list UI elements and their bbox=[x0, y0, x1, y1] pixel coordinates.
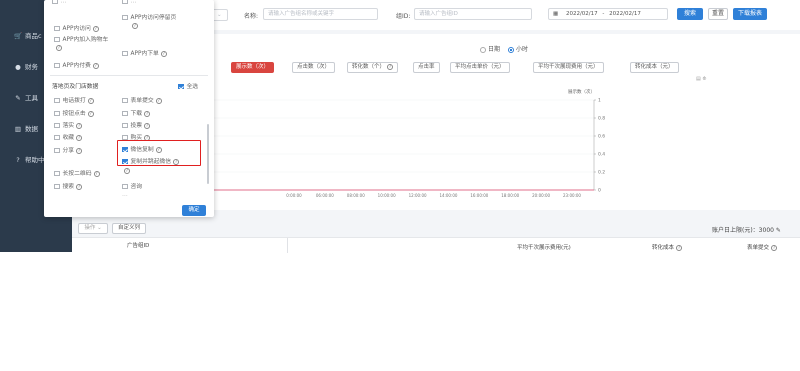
x-tick-label: 20:00:00 bbox=[532, 193, 550, 198]
checkbox-consult[interactable]: 咨询 bbox=[122, 181, 142, 190]
sidebar-item-label: 帮助中 bbox=[25, 156, 45, 164]
finance-icon: ● bbox=[15, 63, 21, 71]
column-divider bbox=[287, 238, 288, 253]
sidebar-item-label: 数据 bbox=[25, 125, 38, 133]
highlight-box bbox=[117, 140, 201, 166]
name-search-input[interactable]: 请输入广告组名称或关键字 bbox=[263, 8, 378, 20]
checkbox-app-visit[interactable]: APP内访问? bbox=[54, 23, 99, 32]
checkbox-app-order[interactable]: APP内下单? bbox=[122, 48, 167, 57]
checkbox-app-pay[interactable]: APP内付费? bbox=[54, 60, 99, 69]
y-tick-label: 0.2 bbox=[598, 170, 605, 176]
x-tick-label: 06:00:00 bbox=[316, 193, 334, 198]
conversion-column-popup: … … APP内访问停留页 APP内访问? ? APP内加入购物车? APP内下… bbox=[44, 0, 214, 217]
x-tick-label: 18:00:00 bbox=[501, 193, 519, 198]
x-tick-label: 23:00:00 bbox=[563, 193, 581, 198]
x-tick-label: 16:00:00 bbox=[470, 193, 488, 198]
checkbox-form-submit[interactable]: 表单提交? bbox=[122, 95, 162, 104]
sidebar-item-data[interactable]: ▥ 数据 bbox=[14, 123, 38, 133]
y-tick-label: 0.8 bbox=[598, 116, 605, 122]
reset-button[interactable]: 重置 bbox=[708, 8, 728, 20]
checkbox-app-visit-stay[interactable]: APP内访问停留页 bbox=[122, 12, 176, 21]
line-chart: 展示数（次）1 0.8 0.6 0.4 0.2 0 0:00:00 06:00:00 08:00… bbox=[202, 88, 605, 198]
date-end: 2022/02/17 bbox=[609, 11, 641, 17]
sidebar-item-label: 财务 bbox=[25, 63, 38, 71]
metric-conversions[interactable]: 转化数（个）? bbox=[347, 62, 399, 73]
edit-icon[interactable]: ✎ bbox=[776, 227, 781, 234]
col-form-submit: 表单提交? bbox=[747, 244, 778, 251]
sidebar-item-label: 工具 bbox=[25, 94, 38, 102]
x-tick-label: 0:00:00 bbox=[286, 193, 302, 198]
popup-partial-row: … bbox=[122, 192, 128, 196]
metric-avg-cpc[interactable]: 平均点击单价（元） bbox=[450, 62, 510, 73]
checkbox-long-press-qr[interactable]: 长按二维码? bbox=[54, 168, 100, 177]
tools-icon: ✎ bbox=[15, 94, 21, 102]
popup-partial-row: … bbox=[122, 0, 136, 4]
checkbox-land[interactable]: 落实? bbox=[54, 120, 83, 129]
col-avg-cpm: 平均千次展示费用(元) bbox=[517, 245, 571, 251]
col-cpa: 转化成本? bbox=[652, 244, 683, 251]
checkbox-phone-call[interactable]: 电话拨打? bbox=[54, 95, 94, 104]
help-icon: ? bbox=[16, 156, 20, 164]
sidebar-item-finance[interactable]: ● 财务 bbox=[14, 61, 38, 71]
metric-ctr[interactable]: 点击率 bbox=[413, 62, 440, 73]
daily-budget-text: 账户日上限(元)：3000 ✎ bbox=[712, 227, 781, 234]
x-tick-label: 10:00:00 bbox=[378, 193, 396, 198]
y-tick-label: 0 bbox=[598, 188, 601, 194]
metric-impressions[interactable]: 展示数（次） bbox=[231, 62, 275, 73]
radio-hour[interactable]: 小时 bbox=[507, 46, 528, 53]
sidebar-item-tools[interactable]: ✎ 工具 bbox=[14, 92, 38, 102]
name-label: 名称: bbox=[244, 13, 259, 20]
ops-dropdown[interactable]: 操作 ⌄ bbox=[78, 223, 108, 234]
help-icon: ? bbox=[132, 23, 138, 29]
custom-columns-button[interactable]: 自定义列 bbox=[112, 223, 146, 234]
checkbox-favorite[interactable]: 收藏? bbox=[54, 132, 83, 141]
metric-clicks[interactable]: 点击数（次） bbox=[292, 62, 336, 73]
metric-cost-per-conversion[interactable]: 转化成本（元） bbox=[630, 62, 679, 73]
checkbox-download[interactable]: 下载? bbox=[122, 108, 151, 117]
data-icon: ▥ bbox=[14, 125, 22, 133]
x-tick-label: 08:00:00 bbox=[347, 193, 365, 198]
table-header-row: 广告组ID 平均千次展示费用(元) 转化成本? 表单提交? bbox=[72, 237, 800, 253]
group-id-input[interactable]: 请输入广告组ID bbox=[414, 8, 532, 20]
metric-avg-cpm[interactable]: 平均千次展现费用（元） bbox=[533, 62, 604, 73]
checkbox-share[interactable]: 分享? bbox=[54, 145, 83, 154]
checkbox-app-add-cart[interactable]: APP内加入购物车? bbox=[54, 36, 114, 52]
y-tick-label: 1 bbox=[598, 98, 601, 104]
radio-day[interactable]: 日期 bbox=[480, 46, 500, 53]
granularity-toggle: 日期 小时 bbox=[480, 44, 528, 53]
popup-scrollbar[interactable] bbox=[207, 124, 209, 184]
checkbox-vote[interactable]: 投票? bbox=[122, 120, 151, 129]
popup-partial-row: … bbox=[52, 0, 66, 4]
campaign-select[interactable]: ⌄ bbox=[212, 9, 228, 21]
date-start: 2022/02/17 bbox=[565, 11, 598, 17]
y-tick-label: 0.6 bbox=[598, 134, 605, 140]
sidebar-item-help[interactable]: ? 帮助中 bbox=[14, 154, 45, 164]
x-tick-label: 14:00:00 bbox=[439, 193, 457, 198]
divider bbox=[50, 75, 208, 76]
checkbox-select-all[interactable]: 全选 bbox=[178, 81, 198, 90]
sidebar-item-label: 商品c bbox=[25, 32, 42, 40]
x-tick-label: 12:00:00 bbox=[409, 193, 427, 198]
checkbox-search[interactable]: 搜索? bbox=[54, 181, 83, 190]
cart-icon: 🛒 bbox=[14, 32, 23, 40]
search-button[interactable]: 搜索 bbox=[677, 8, 703, 20]
checkbox-button-click[interactable]: 按钮点击? bbox=[54, 108, 94, 117]
y-tick-label: 0.4 bbox=[598, 152, 605, 158]
chart-toolbar-icons[interactable]: ▤ ⟰ bbox=[696, 76, 707, 82]
date-range-picker[interactable]: ▦ 2022/02/17 - 2022/02/17 bbox=[548, 8, 668, 20]
sidebar-item-goods[interactable]: 🛒 商品c bbox=[14, 30, 42, 40]
confirm-button[interactable]: 确定 bbox=[182, 205, 206, 216]
date-separator: - bbox=[602, 11, 605, 17]
col-group-id: 广告组ID bbox=[127, 243, 150, 249]
calendar-icon: ▦ bbox=[553, 11, 559, 17]
table-area: 操作 ⌄ 自定义列 账户日上限(元)：3000 ✎ 广告组ID 平均千次展示费用… bbox=[72, 218, 800, 253]
help-icon: ? bbox=[387, 63, 394, 70]
download-report-button[interactable]: 下载报表 bbox=[733, 8, 767, 20]
help-icon: ? bbox=[124, 168, 130, 174]
section-title-landing: 落地页及门店数据 bbox=[52, 84, 99, 90]
y-axis-title: 展示数（次） bbox=[568, 88, 595, 95]
group-id-label: 组ID: bbox=[396, 13, 411, 20]
